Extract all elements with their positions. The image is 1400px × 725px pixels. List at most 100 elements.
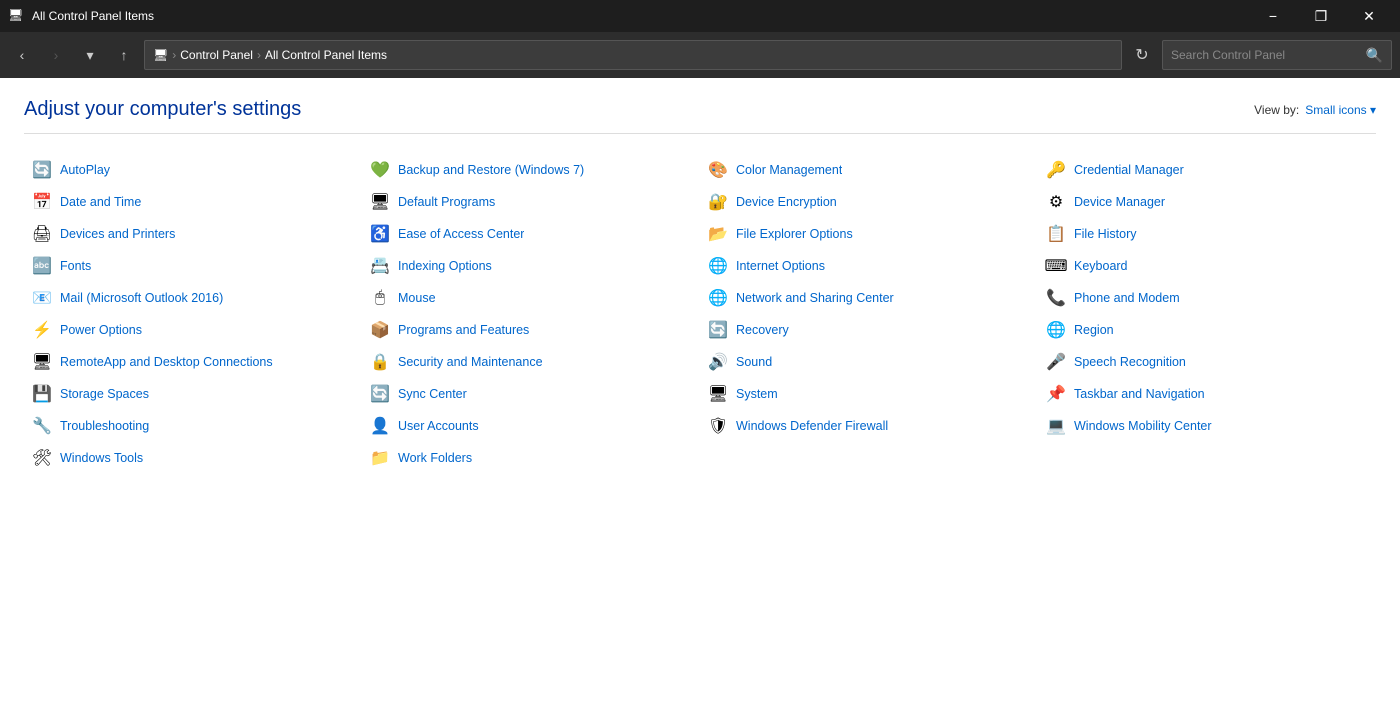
item-icon: 👤: [370, 416, 390, 436]
page-header: Adjust your computer's settings View by:…: [24, 98, 1376, 121]
list-item[interactable]: 🔄 Sync Center: [362, 378, 700, 410]
list-item[interactable]: 📇 Indexing Options: [362, 250, 700, 282]
minimize-button[interactable]: −: [1250, 0, 1296, 32]
item-label: Programs and Features: [398, 323, 529, 337]
item-label: System: [736, 387, 778, 401]
item-label: RemoteApp and Desktop Connections: [60, 355, 273, 369]
item-label: Windows Mobility Center: [1074, 419, 1212, 433]
item-icon: 🎤: [1046, 352, 1066, 372]
item-icon: ♿: [370, 224, 390, 244]
title-bar-controls: − ❐ ✕: [1250, 0, 1392, 32]
item-label: Windows Tools: [60, 451, 143, 465]
list-item[interactable]: 📞 Phone and Modem: [1038, 282, 1376, 314]
section-divider: [24, 133, 1376, 134]
list-item[interactable]: 🌐 Internet Options: [700, 250, 1038, 282]
item-icon: 🎨: [708, 160, 728, 180]
item-icon: 🔄: [708, 320, 728, 340]
item-label: User Accounts: [398, 419, 479, 433]
list-item[interactable]: ♿ Ease of Access Center: [362, 218, 700, 250]
list-item[interactable]: 📂 File Explorer Options: [700, 218, 1038, 250]
view-by: View by: Small icons ▾: [1254, 103, 1376, 117]
list-item[interactable]: 📦 Programs and Features: [362, 314, 700, 346]
item-icon: 📁: [370, 448, 390, 468]
item-label: Sync Center: [398, 387, 467, 401]
list-item[interactable]: 📧 Mail (Microsoft Outlook 2016): [24, 282, 362, 314]
list-item[interactable]: ⚙ Device Manager: [1038, 186, 1376, 218]
list-item[interactable]: 🖱 Mouse: [362, 282, 700, 314]
address-bar: ‹ › ▾ ↑ 🖥 › Control Panel › All Control …: [0, 32, 1400, 78]
item-label: Mouse: [398, 291, 436, 305]
list-item[interactable]: 🔑 Credential Manager: [1038, 154, 1376, 186]
item-label: Taskbar and Navigation: [1074, 387, 1205, 401]
item-label: Internet Options: [736, 259, 825, 273]
list-item[interactable]: 🔧 Troubleshooting: [24, 410, 362, 442]
item-label: Default Programs: [398, 195, 495, 209]
item-icon: 🖥: [32, 352, 52, 372]
list-item[interactable]: 🖥 Default Programs: [362, 186, 700, 218]
item-label: File Explorer Options: [736, 227, 853, 241]
item-icon: 🔄: [32, 160, 52, 180]
restore-button[interactable]: ❐: [1298, 0, 1344, 32]
close-button[interactable]: ✕: [1346, 0, 1392, 32]
item-icon: 🔑: [1046, 160, 1066, 180]
list-item[interactable]: 🔒 Security and Maintenance: [362, 346, 700, 378]
item-label: Network and Sharing Center: [736, 291, 894, 305]
path-control-panel[interactable]: Control Panel: [180, 48, 253, 62]
list-item[interactable]: 🌐 Network and Sharing Center: [700, 282, 1038, 314]
list-item[interactable]: 🔊 Sound: [700, 346, 1038, 378]
search-icon[interactable]: 🔍: [1366, 47, 1383, 64]
list-item[interactable]: 🎤 Speech Recognition: [1038, 346, 1376, 378]
item-icon: 💚: [370, 160, 390, 180]
list-item[interactable]: 📋 File History: [1038, 218, 1376, 250]
list-item[interactable]: 🔐 Device Encryption: [700, 186, 1038, 218]
list-item[interactable]: 📁 Work Folders: [362, 442, 700, 474]
item-label: Device Encryption: [736, 195, 837, 209]
list-item[interactable]: 🌐 Region: [1038, 314, 1376, 346]
item-label: Color Management: [736, 163, 842, 177]
list-item[interactable]: 🛠 Windows Tools: [24, 442, 362, 474]
item-icon: 🖥: [708, 384, 728, 404]
list-item[interactable]: 💚 Backup and Restore (Windows 7): [362, 154, 700, 186]
view-by-dropdown[interactable]: Small icons ▾: [1305, 103, 1376, 117]
search-input[interactable]: [1171, 48, 1360, 62]
recent-locations-button[interactable]: ▾: [76, 41, 104, 69]
list-item[interactable]: ⚡ Power Options: [24, 314, 362, 346]
list-item[interactable]: 🖥 RemoteApp and Desktop Connections: [24, 346, 362, 378]
item-label: Indexing Options: [398, 259, 492, 273]
item-icon: 📧: [32, 288, 52, 308]
item-label: Sound: [736, 355, 772, 369]
item-label: Security and Maintenance: [398, 355, 543, 369]
list-item[interactable]: 🔤 Fonts: [24, 250, 362, 282]
item-label: Power Options: [60, 323, 142, 337]
list-item[interactable]: ⌨ Keyboard: [1038, 250, 1376, 282]
item-icon: 🌐: [708, 288, 728, 308]
main-content: Adjust your computer's settings View by:…: [0, 78, 1400, 725]
item-label: Credential Manager: [1074, 163, 1184, 177]
list-item[interactable]: 👤 User Accounts: [362, 410, 700, 442]
list-item[interactable]: 💾 Storage Spaces: [24, 378, 362, 410]
item-label: Work Folders: [398, 451, 472, 465]
list-item[interactable]: 💻 Windows Mobility Center: [1038, 410, 1376, 442]
up-button[interactable]: ↑: [110, 41, 138, 69]
item-icon: ⌨: [1046, 256, 1066, 276]
item-label: Recovery: [736, 323, 789, 337]
forward-button[interactable]: ›: [42, 41, 70, 69]
list-item[interactable]: 📌 Taskbar and Navigation: [1038, 378, 1376, 410]
item-label: File History: [1074, 227, 1137, 241]
list-item[interactable]: 🖥 System: [700, 378, 1038, 410]
list-item[interactable]: 🎨 Color Management: [700, 154, 1038, 186]
item-icon: 📦: [370, 320, 390, 340]
back-button[interactable]: ‹: [8, 41, 36, 69]
refresh-button[interactable]: ↻: [1128, 41, 1156, 69]
list-item[interactable]: 🔄 AutoPlay: [24, 154, 362, 186]
list-item[interactable]: 📅 Date and Time: [24, 186, 362, 218]
path-icon: 🖥: [153, 48, 168, 62]
path-all-items[interactable]: All Control Panel Items: [265, 48, 387, 62]
app-icon: 🖥: [8, 8, 24, 24]
list-item[interactable]: 🖨 Devices and Printers: [24, 218, 362, 250]
item-icon: 📂: [708, 224, 728, 244]
item-icon: 🔐: [708, 192, 728, 212]
list-item[interactable]: 🔄 Recovery: [700, 314, 1038, 346]
list-item[interactable]: 🛡 Windows Defender Firewall: [700, 410, 1038, 442]
item-icon: ⚙: [1046, 192, 1066, 212]
